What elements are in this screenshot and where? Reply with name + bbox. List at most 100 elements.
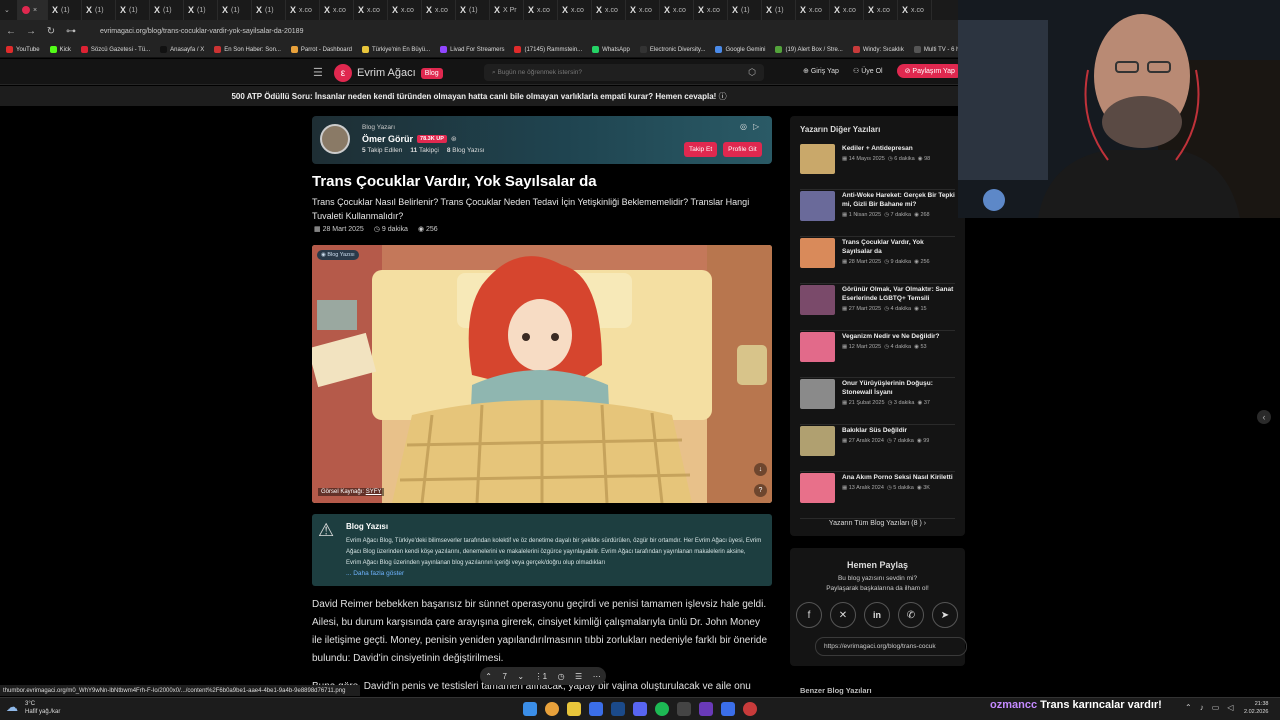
browser-tab[interactable]: Xx.co — [388, 0, 422, 20]
collapse-panel-icon[interactable]: ‹ — [1257, 410, 1271, 424]
browser-tab[interactable]: Xx.co — [524, 0, 558, 20]
followers-stat[interactable]: 11 Takipçi — [410, 147, 438, 154]
bookmark-item[interactable]: En Son Haber: Son... — [214, 46, 281, 53]
forward-icon[interactable]: → — [26, 26, 36, 37]
share-button[interactable]: ⊘ Paylaşım Yap — [896, 64, 963, 78]
browser-tab[interactable]: X (1) — [116, 0, 150, 20]
bookmark-item[interactable]: Electronic Diversity... — [639, 46, 705, 53]
sidebar-post[interactable]: Bakıklar Süs Değildir ▦ 27 Aralık 2024 ◷ … — [800, 426, 955, 472]
help-icon[interactable]: ? — [754, 484, 767, 497]
browser-tab[interactable]: Xx.co — [422, 0, 456, 20]
all-posts-link[interactable]: Yazarın Tüm Blog Yazıları (8 ) › — [790, 520, 965, 527]
file-explorer-icon[interactable] — [567, 702, 581, 716]
tabs-icon[interactable]: ⋮1 — [535, 672, 547, 681]
author-avatar[interactable] — [320, 124, 350, 154]
bookmark-item[interactable]: Kick — [49, 46, 71, 53]
browser-icon[interactable] — [721, 702, 735, 716]
browser-tab[interactable]: Xx.co — [830, 0, 864, 20]
history-icon[interactable]: ◷ — [558, 672, 565, 681]
back-icon[interactable]: ← — [6, 26, 16, 37]
instagram-icon[interactable]: ◎ — [740, 122, 747, 131]
browser-tab[interactable]: Xx.co — [354, 0, 388, 20]
browser-tab[interactable]: Xx.co — [626, 0, 660, 20]
browser-tab[interactable]: Xx.co — [320, 0, 354, 20]
bookmark-item[interactable]: Windy: Sıcaklık — [852, 46, 904, 53]
sidebar-post[interactable]: Kediler + Antidepresan ▦ 14 Mayıs 2025 ◷ … — [800, 144, 955, 190]
url-text[interactable]: evrimagaci.org/blog/trans-cocuklar-vardi… — [100, 28, 303, 35]
browser-tab[interactable]: Xx.co — [592, 0, 626, 20]
menu-icon[interactable]: ☰ — [313, 66, 323, 79]
browser-tab[interactable]: X (1) — [218, 0, 252, 20]
bookmark-item[interactable]: (17145) Rammstein... — [514, 46, 582, 53]
volume-icon[interactable]: ◁ — [1227, 703, 1233, 712]
sidebar-post[interactable]: Anti-Woke Hareket: Gerçek Bir Tepki mi, … — [800, 191, 955, 237]
facebook-icon[interactable]: f — [796, 602, 822, 628]
announcement-banner[interactable]: 500 ATP Ödüllü Soru: İnsanlar neden kend… — [0, 86, 958, 106]
reload-icon[interactable]: ↻ — [46, 26, 56, 37]
browser-tab[interactable]: X (1) — [150, 0, 184, 20]
app-icon[interactable] — [699, 702, 713, 716]
weather-widget[interactable]: 3°C Hafif yağ./kar — [25, 700, 60, 716]
sidebar-post[interactable]: Trans Çocuklar Vardır, Yok Sayılsalar da… — [800, 238, 955, 284]
browser-tab[interactable]: X (1) — [184, 0, 218, 20]
sidebar-post[interactable]: Onur Yürüyüşlerinin Doğuşu: Stonewall İs… — [800, 379, 955, 425]
browser-tab-active[interactable]: × — [18, 0, 48, 20]
bookmark-item[interactable]: Livad For Streamers — [440, 46, 504, 53]
author-name[interactable]: Ömer Görür — [362, 134, 413, 144]
browser-tab[interactable]: Xx.co — [796, 0, 830, 20]
browser-tab[interactable]: XX Pr — [490, 0, 524, 20]
tray-chevron-icon[interactable]: ⌃ — [1185, 703, 1192, 712]
x-icon[interactable]: ✕ — [830, 602, 856, 628]
edge-icon[interactable] — [589, 702, 603, 716]
browser-tab[interactable]: X (1) — [762, 0, 796, 20]
spotify-icon[interactable] — [655, 702, 669, 716]
image-source-link[interactable]: SYFY — [366, 489, 382, 495]
sidebar-post[interactable]: Ana Akım Porno Seksi Nasıl Kiriletti ▦ 13… — [800, 473, 955, 519]
telegram-icon[interactable]: ➤ — [932, 602, 958, 628]
browser-tab[interactable]: X (1) — [252, 0, 286, 20]
follow-button[interactable]: Takip Et — [684, 142, 718, 157]
cube-icon[interactable]: ⬡ — [748, 67, 756, 78]
close-tab-icon[interactable]: × — [33, 7, 37, 14]
discord-icon[interactable] — [633, 702, 647, 716]
posts-stat[interactable]: 8 Blog Yazısı — [447, 147, 485, 154]
steam-icon[interactable] — [611, 702, 625, 716]
bookmark-item[interactable]: Sözcü Gazetesi - Tü... — [80, 46, 150, 53]
obs-icon[interactable] — [743, 702, 757, 716]
browser-tab[interactable]: Xx.co — [660, 0, 694, 20]
browser-tab[interactable]: Xx.co — [864, 0, 898, 20]
linkedin-icon[interactable]: in — [864, 602, 890, 628]
tab-list-icon[interactable]: ⌄ — [0, 0, 18, 20]
browser-tab[interactable]: X (1) — [48, 0, 82, 20]
windows-start-icon[interactable] — [523, 702, 537, 716]
browser-tab[interactable]: X (1) — [456, 0, 490, 20]
search-input[interactable]: ⌕ Bugün ne öğrenmek istersin? ⬡ — [484, 64, 764, 81]
whatsapp-icon[interactable]: ✆ — [898, 602, 924, 628]
share-url-field[interactable]: https://evrimagaci.org/blog/trans-cocuk — [815, 637, 967, 656]
site-info-icon[interactable]: ⊶ — [66, 26, 76, 37]
sidebar-post[interactable]: Veganizm Nedir ve Ne Değildir? ▦ 12 Mart … — [800, 332, 955, 378]
bookmark-item[interactable]: Google Gemini — [715, 46, 765, 53]
browser-tab[interactable]: Xx.co — [898, 0, 932, 20]
bookmark-item[interactable]: Anasayfa / X — [160, 46, 204, 53]
chrome-icon[interactable] — [545, 702, 559, 716]
browser-tab[interactable]: X (1) — [728, 0, 762, 20]
chevron-up-icon[interactable]: ⌃ — [485, 672, 492, 681]
browser-tab[interactable]: Xx.co — [558, 0, 592, 20]
bookmark-item[interactable]: Parrot - Dashboard — [290, 46, 352, 53]
chevron-down-icon[interactable]: ⌄ — [517, 672, 524, 681]
download-icon[interactable]: ↓ — [754, 463, 767, 476]
bookmark-item[interactable]: WhatsApp — [592, 46, 630, 53]
bookmark-item[interactable]: Türkiye'nin En Büyü... — [361, 46, 430, 53]
signup-link[interactable]: ⚇ Üye Ol — [853, 67, 883, 75]
site-logo[interactable]: ε Evrim Ağacı Blog — [334, 64, 443, 82]
browser-tab[interactable]: X (1) — [82, 0, 116, 20]
more-icon[interactable]: ⋯ — [593, 672, 601, 681]
network-icon[interactable]: ▭ — [1212, 703, 1220, 712]
show-more-link[interactable]: ... Daha fazla göster — [346, 570, 404, 577]
login-link[interactable]: ⊕ Giriş Yap — [803, 67, 839, 75]
browser-tab[interactable]: Xx.co — [694, 0, 728, 20]
clock[interactable]: 21:38 2.02.2026 — [1244, 700, 1268, 716]
profile-button[interactable]: Profile Git — [723, 142, 762, 157]
mic-icon[interactable]: ♪ — [1200, 703, 1204, 712]
